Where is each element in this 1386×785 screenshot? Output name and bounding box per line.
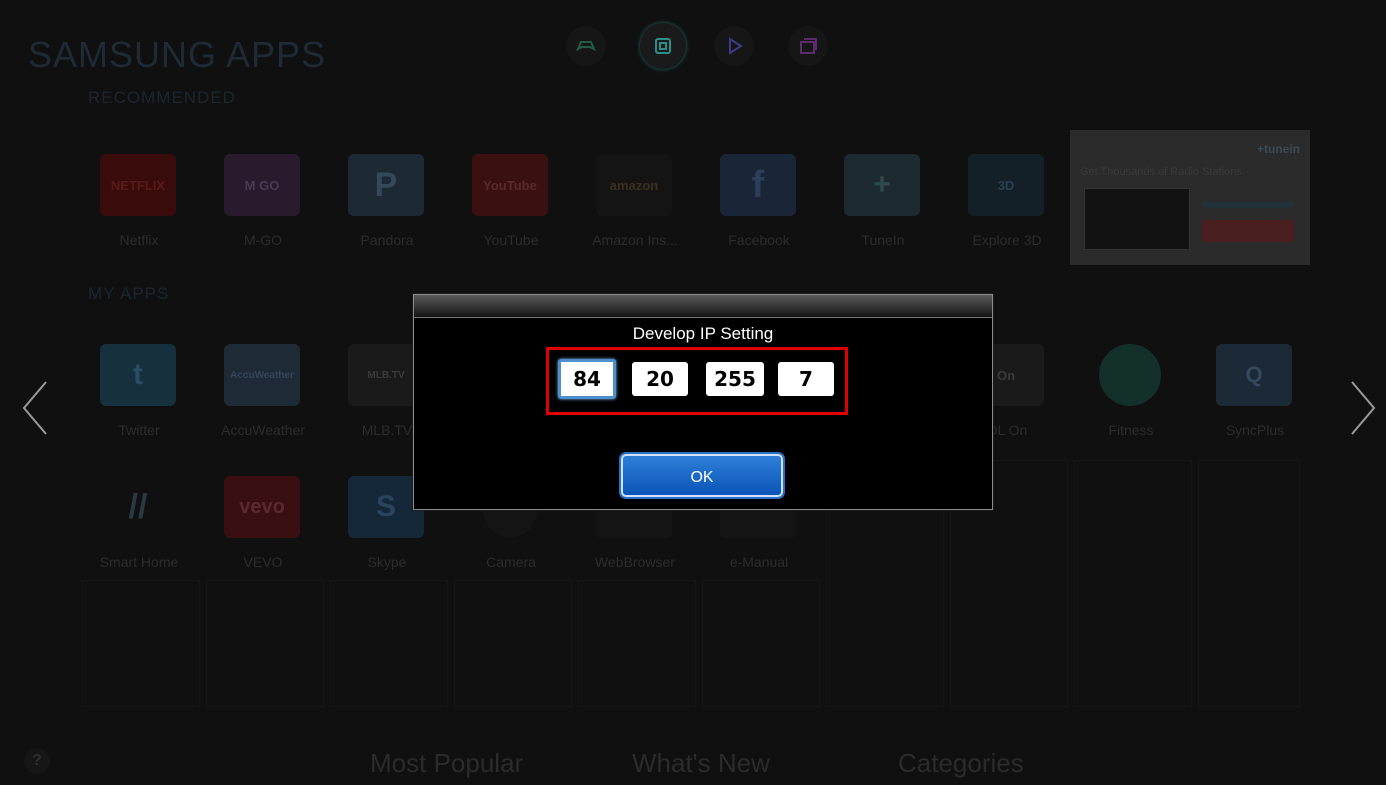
empty-slot [82, 580, 200, 707]
app-label: YouTube [483, 232, 539, 248]
app-label: Netflix [119, 232, 159, 248]
empty-slot [454, 580, 572, 707]
app-tile[interactable]: f Facebook [702, 140, 816, 265]
app-label: Twitter [118, 422, 160, 438]
tunein-ad-brand: +tunein [1256, 142, 1300, 156]
app-label: Pandora [360, 232, 414, 248]
scroll-right-arrow[interactable] [1348, 378, 1378, 438]
app-logo: amazon [596, 154, 672, 216]
scroll-left-arrow[interactable] [20, 378, 50, 438]
app-logo: AccuWeather [224, 344, 300, 406]
app-label: Fitness [1108, 422, 1154, 438]
ip-octet-4-input[interactable]: 7 [778, 362, 834, 396]
tunein-ad-tagline: Get Thousands of Radio Stations [1080, 166, 1242, 178]
app-tile[interactable]: Q SyncPlus [1198, 330, 1312, 455]
help-icon[interactable]: ? [24, 748, 50, 774]
tunein-ad-screenshot [1084, 188, 1190, 250]
develop-ip-dialog: Develop IP Setting 84 20 255 7 OK [413, 294, 993, 510]
dialog-header-bar [414, 295, 992, 318]
empty-slot [1198, 460, 1300, 707]
multiscreen-icon[interactable] [788, 26, 828, 66]
app-tile[interactable]: AccuWeather AccuWeather [206, 330, 320, 455]
app-logo: P [348, 154, 424, 216]
app-logo: f [720, 154, 796, 216]
app-label: M-GO [243, 232, 283, 248]
empty-slot [330, 580, 448, 707]
app-label: Explore 3D [972, 232, 1042, 248]
app-logo: Q [1216, 344, 1292, 406]
ok-button[interactable]: OK [621, 454, 783, 497]
my-apps-section-label: MY APPS [88, 284, 170, 303]
app-logo: 3D [968, 154, 1044, 216]
chevron-left-icon [22, 381, 47, 435]
ip-octet-2-input[interactable]: 20 [632, 362, 688, 396]
tunein-ad-button [1202, 220, 1294, 242]
hub-icon-bar [566, 23, 836, 70]
empty-slot [578, 580, 696, 707]
app-label: Facebook [728, 232, 790, 248]
empty-slot [702, 580, 820, 707]
app-tile[interactable]: t Twitter [82, 330, 196, 455]
tunein-ad-banner[interactable]: +tunein Get Thousands of Radio Stations [1070, 130, 1310, 265]
app-label: TuneIn [861, 232, 905, 248]
app-tile[interactable]: amazon Amazon Ins... [578, 140, 692, 265]
tunein-ad-bar [1202, 202, 1294, 208]
app-tile[interactable]: NETFLIX Netflix [82, 140, 196, 265]
app-tile[interactable]: P Pandora [330, 140, 444, 265]
game-icon[interactable] [566, 26, 606, 66]
app-logo: YouTube [472, 154, 548, 216]
app-label: AccuWeather [221, 422, 305, 438]
dialog-title: Develop IP Setting [632, 324, 774, 343]
app-tile[interactable]: Fitness [1074, 330, 1188, 455]
nav-whats-new[interactable]: What's New [632, 748, 770, 779]
app-tile[interactable]: 3D Explore 3D [950, 140, 1064, 265]
samsung-apps-screen: SAMSUNG APPS RECOMMENDED NETFLIX Netflix … [0, 0, 1386, 785]
app-logo: + [844, 154, 920, 216]
app-tile[interactable]: YouTube YouTube [454, 140, 568, 265]
empty-slot [1074, 460, 1192, 707]
app-label: SyncPlus [1225, 422, 1285, 438]
chevron-right-icon [1351, 381, 1376, 435]
play-icon[interactable] [714, 26, 754, 66]
app-logo: NETFLIX [100, 154, 176, 216]
app-logo: M GO [224, 154, 300, 216]
empty-slot [206, 580, 324, 707]
app-label: Amazon Ins... [592, 232, 678, 248]
brand-title: SAMSUNG APPS [28, 34, 327, 75]
nav-categories[interactable]: Categories [898, 748, 1024, 779]
recommended-section-label: RECOMMENDED [88, 88, 236, 107]
nav-most-popular[interactable]: Most Popular [370, 748, 523, 779]
ip-octet-3-input[interactable]: 255 [706, 362, 764, 396]
ip-address-field-group: 84 20 255 7 [546, 347, 848, 415]
app-logo: t [100, 344, 176, 406]
apps-icon[interactable] [640, 23, 686, 69]
app-logo [1099, 344, 1161, 406]
app-tile[interactable]: M GO M-GO [206, 140, 320, 265]
ip-octet-1-input[interactable]: 84 [558, 359, 616, 399]
app-tile[interactable]: + TuneIn [826, 140, 940, 265]
